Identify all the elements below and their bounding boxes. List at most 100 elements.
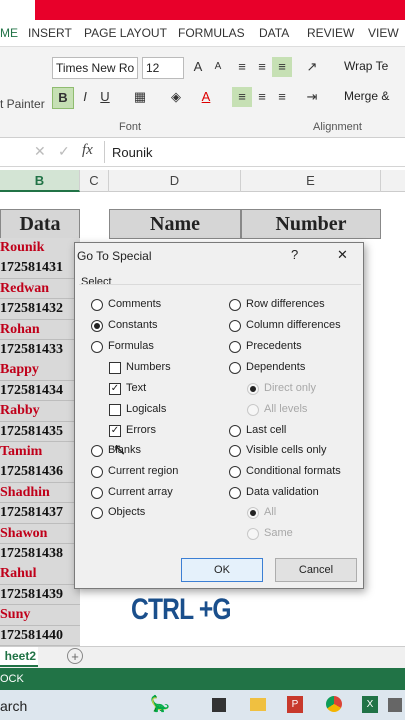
column-b-cell[interactable]: 172581438 xyxy=(0,544,80,565)
tab-data[interactable]: DATA xyxy=(259,26,289,40)
fx-label[interactable]: fx xyxy=(82,142,93,159)
chrome-icon[interactable] xyxy=(326,696,342,712)
ok-button[interactable]: OK xyxy=(181,558,263,582)
option-label-objects[interactable]: Objects xyxy=(108,506,145,518)
orientation-icon[interactable]: ↗ xyxy=(302,57,322,77)
checkbox-logicals[interactable] xyxy=(109,404,121,416)
option-label-last-cell[interactable]: Last cell xyxy=(246,424,286,436)
sheet-tab[interactable]: heet2 xyxy=(0,647,38,667)
app-icon[interactable] xyxy=(388,698,402,712)
radio-blanks[interactable] xyxy=(91,445,103,457)
radio-precedents[interactable] xyxy=(229,341,241,353)
pdf-icon[interactable]: P xyxy=(287,696,303,713)
radio-current-region[interactable] xyxy=(91,466,103,478)
column-b-cell[interactable]: Suny xyxy=(0,605,80,626)
tab-view[interactable]: VIEW xyxy=(368,26,399,40)
option-label-visible-cells-only[interactable]: Visible cells only xyxy=(246,444,327,456)
help-button[interactable]: ? xyxy=(291,247,298,262)
italic-button[interactable]: I xyxy=(75,87,95,107)
formula-input[interactable]: Rounik xyxy=(112,145,152,160)
column-b-cell[interactable]: Redwan xyxy=(0,278,80,300)
column-b-cell[interactable]: 172581439 xyxy=(0,584,80,606)
bold-button[interactable]: B xyxy=(52,87,74,109)
column-b-cell[interactable]: Rounik xyxy=(0,238,80,259)
option-label-current-array[interactable]: Current array xyxy=(108,486,173,498)
radio-objects[interactable] xyxy=(91,507,103,519)
cancel-button[interactable]: Cancel xyxy=(275,558,357,582)
column-b-cell[interactable]: 172581435 xyxy=(0,421,80,443)
option-label-row-differences[interactable]: Row differences xyxy=(246,298,325,310)
column-b-cell[interactable]: 172581436 xyxy=(0,462,80,483)
decrease-font-icon[interactable]: A xyxy=(208,57,228,77)
align-top-icon[interactable]: ≡ xyxy=(232,57,252,77)
font-size-combo[interactable]: 12 xyxy=(142,57,184,79)
format-painter-button[interactable]: t Painter xyxy=(0,97,45,111)
cancel-icon[interactable]: ✕ xyxy=(34,143,46,160)
column-b-cell[interactable]: Rahul xyxy=(0,564,80,585)
option-label-logicals[interactable]: Logicals xyxy=(126,403,166,415)
align-right-icon[interactable]: ≡ xyxy=(272,87,292,107)
close-button[interactable]: ✕ xyxy=(337,247,348,263)
align-bottom-icon[interactable]: ≡ xyxy=(272,57,292,77)
column-b-cell[interactable]: Shadhin xyxy=(0,482,80,504)
tab-page-layout[interactable]: PAGE LAYOUT xyxy=(84,26,167,40)
radio-column-differences[interactable] xyxy=(229,320,241,332)
enter-icon[interactable]: ✓ xyxy=(58,143,70,160)
taskbar-search[interactable]: arch xyxy=(0,698,27,714)
header-data-cell[interactable]: Data xyxy=(0,209,80,239)
font-color-button[interactable]: A xyxy=(196,87,216,107)
option-label-data-validation[interactable]: Data validation xyxy=(246,486,319,498)
excel-icon[interactable]: X xyxy=(362,696,378,713)
column-b-cell[interactable]: Rabby xyxy=(0,401,80,422)
option-label-blanks[interactable]: Blanks xyxy=(108,444,141,456)
align-middle-icon[interactable]: ≡ xyxy=(252,57,272,77)
column-b-cell[interactable]: Shawon xyxy=(0,523,80,545)
align-left-icon[interactable]: ≡ xyxy=(232,87,252,107)
fill-color-icon[interactable]: ◈ xyxy=(166,87,186,107)
tab-formulas[interactable]: FORMULAS xyxy=(178,26,245,40)
option-label-comments[interactable]: Comments xyxy=(108,298,161,310)
tab-review[interactable]: REVIEW xyxy=(307,26,354,40)
column-header-c[interactable]: C xyxy=(80,170,109,192)
column-b-cell[interactable]: 172581433 xyxy=(0,340,80,361)
radio-data-validation[interactable] xyxy=(229,487,241,499)
column-b-cell[interactable]: 172581440 xyxy=(0,625,80,647)
option-label-conditional-formats[interactable]: Conditional formats xyxy=(246,465,341,477)
option-label-precedents[interactable]: Precedents xyxy=(246,340,302,352)
underline-button[interactable]: U xyxy=(95,87,115,107)
header-name-cell[interactable]: Name xyxy=(109,209,241,239)
radio-constants[interactable] xyxy=(91,320,103,332)
column-b-cell[interactable]: Rohan xyxy=(0,319,80,341)
radio-current-array[interactable] xyxy=(91,487,103,499)
option-label-column-differences[interactable]: Column differences xyxy=(246,319,341,331)
radio-visible-cells-only[interactable] xyxy=(229,445,241,457)
font-name-combo[interactable]: Times New Ro xyxy=(52,57,138,79)
option-label-text[interactable]: Text xyxy=(126,382,146,394)
option-label-dependents[interactable]: Dependents xyxy=(246,361,305,373)
radio-dependents[interactable] xyxy=(229,362,241,374)
tab-insert[interactable]: INSERT xyxy=(28,26,72,40)
align-center-icon[interactable]: ≡ xyxy=(252,87,272,107)
radio-formulas[interactable] xyxy=(91,341,103,353)
radio-last-cell[interactable] xyxy=(229,425,241,437)
header-number-cell[interactable]: Number xyxy=(241,209,381,239)
increase-font-icon[interactable]: A xyxy=(188,57,208,77)
checkbox-text[interactable]: ✓ xyxy=(109,383,121,395)
option-label-numbers[interactable]: Numbers xyxy=(126,361,171,373)
column-b-cell[interactable]: 172581437 xyxy=(0,503,80,524)
checkbox-errors[interactable]: ✓ xyxy=(109,425,121,437)
merge-button[interactable]: Merge & xyxy=(344,89,389,103)
taskview-icon[interactable] xyxy=(212,698,226,712)
column-b-cell[interactable]: 172581431 xyxy=(0,258,80,279)
radio-row-differences[interactable] xyxy=(229,299,241,311)
borders-icon[interactable]: ▦ xyxy=(130,87,150,107)
tab-home[interactable]: ME xyxy=(0,26,18,40)
add-sheet-icon[interactable]: + xyxy=(67,648,83,664)
column-header-d[interactable]: D xyxy=(109,170,241,192)
column-b-cell[interactable]: 172581434 xyxy=(0,380,80,402)
radio-conditional-formats[interactable] xyxy=(229,466,241,478)
checkbox-numbers[interactable] xyxy=(109,362,121,374)
folder-icon[interactable] xyxy=(250,698,266,711)
option-label-errors[interactable]: Errors xyxy=(126,424,156,436)
wrap-text-button[interactable]: Wrap Te xyxy=(344,59,388,73)
